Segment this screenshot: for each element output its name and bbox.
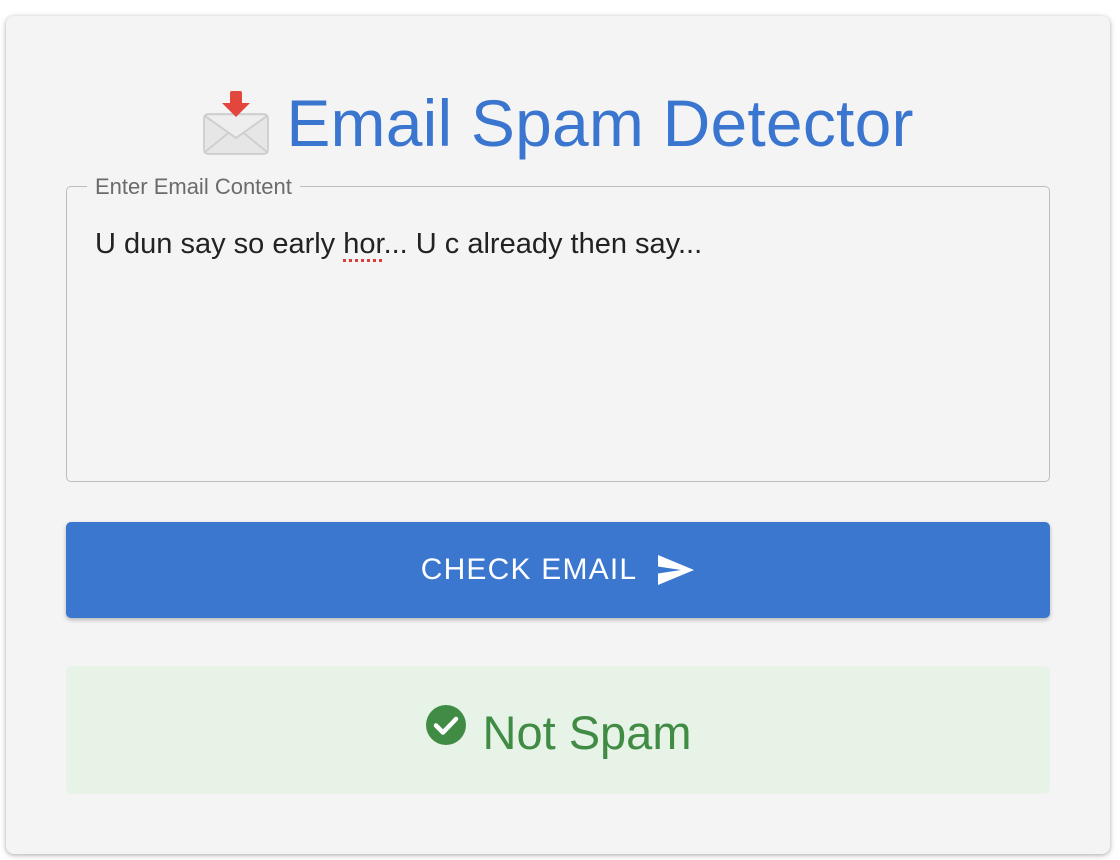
check-email-button-label: CHECK EMAIL [420,553,638,586]
result-label: Not Spam [482,706,692,759]
envelope-with-arrow-icon [202,90,270,156]
app-card: Email Spam Detector Enter Email Content … [6,16,1110,854]
email-text-part: U dun say so early [95,228,344,260]
page-title: Email Spam Detector [286,86,914,160]
result-panel: Not Spam [66,666,1050,794]
email-content-field[interactable]: Enter Email Content U dun say so early h… [66,175,1050,482]
email-content-label: Enter Email Content [87,175,300,199]
send-icon [657,554,695,586]
misspelled-word: hor [343,228,384,260]
email-content-textarea[interactable]: U dun say so early hor... U c already th… [95,227,702,261]
check-email-button[interactable]: CHECK EMAIL [66,522,1050,618]
email-text-part: ... U c already then say... [383,228,703,260]
check-circle-icon [425,704,467,746]
page-header: Email Spam Detector [6,88,1110,158]
